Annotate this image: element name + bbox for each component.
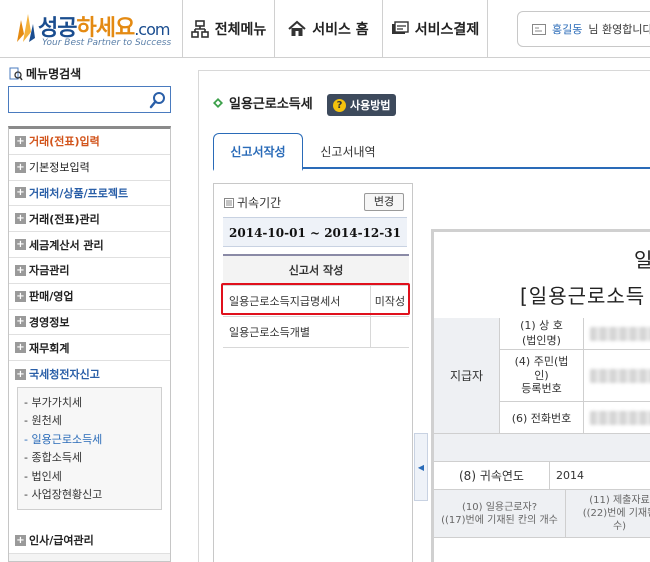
home-icon	[288, 20, 306, 36]
field-company-name-value	[584, 318, 650, 350]
diamond-bullet-icon	[213, 97, 223, 108]
menu-search-box	[8, 86, 171, 113]
report-tabs: 신고서작성 신고서내역	[213, 133, 650, 171]
submenu-wrapper: - 부가가치세 - 원천세 - 일용근로소득세 - 종합소득세 - 법인세 - …	[9, 386, 170, 518]
field-company-name-label: (1) 상 호 (법인명)	[500, 318, 584, 350]
sidebar-item-sales[interactable]: + 판매/영업	[9, 283, 170, 310]
tab-report-write[interactable]: 신고서작성	[213, 133, 303, 171]
triangle-left-icon: ◀	[417, 462, 425, 472]
period-panel: 귀속기간 변경 2014-10-01 ~ 2014-12-31 신고서 작성 일…	[213, 183, 413, 562]
document-search-icon	[9, 67, 23, 80]
form-name-cell[interactable]: 일용근로소득지급명세서	[223, 285, 371, 317]
period-label: 귀속기간	[224, 194, 281, 211]
table-row[interactable]: 일용근로소득지급명세서 미작성	[223, 285, 409, 317]
field-phone-value	[584, 402, 650, 434]
attribution-year-value: 2014	[550, 462, 650, 490]
form-name-cell[interactable]: 일용근로소득개별	[223, 316, 371, 348]
redacted-value	[590, 327, 650, 341]
submenu-nts-efiling: - 부가가치세 - 원천세 - 일용근로소득세 - 종합소득세 - 법인세 - …	[17, 386, 162, 510]
column-11-header: (11) 제출자료 ((22)번에 기재된 수)	[566, 490, 650, 538]
id-card-icon	[532, 23, 546, 35]
expand-plus-icon: +	[15, 316, 26, 328]
expand-plus-icon: +	[15, 239, 26, 251]
period-change-button[interactable]: 변경	[364, 193, 404, 211]
form-status-cell: 미작성	[369, 285, 409, 317]
column-10-header: (10) 일용근로자? ((17)번에 기재된 칸의 개수	[434, 490, 566, 538]
sidebar-item-nts-efiling[interactable]: + 국세청전자신고	[9, 361, 170, 387]
document-title-line1: 일	[634, 244, 650, 273]
document-preview: 일 [일용근로소득 지급자 (1) 상 호 (법인명) (4) 주민(법 인) …	[431, 229, 650, 562]
nav-service-home[interactable]: 서비스 홈	[274, 0, 382, 58]
welcome-box: 홍길동 님 환영합니다	[517, 11, 650, 47]
document-title-line2: [일용근로소득	[520, 284, 646, 308]
table-row[interactable]: 일용근로소득개별	[223, 316, 409, 348]
payment-icon	[391, 21, 409, 34]
expand-plus-icon: +	[15, 213, 26, 225]
expand-plus-icon: +	[15, 342, 26, 354]
menu-search-input[interactable]	[9, 87, 145, 112]
submenu-item-vat[interactable]: - 부가가치세	[24, 394, 161, 413]
site-logo[interactable]: 성공하세요.com Your Best Partner to Success	[8, 8, 178, 50]
period-value: 2014-10-01 ~ 2014-12-31	[223, 217, 407, 247]
sidebar-item-transaction-input[interactable]: + 거래(전표)입력	[9, 129, 170, 155]
grid-spacer-row	[434, 434, 650, 462]
page-title: 일용근로소득세	[213, 93, 313, 112]
top-nav: 전체메뉴 서비스 홈 서비스결제	[182, 0, 488, 58]
submenu-item-withholding[interactable]: - 원천세	[24, 412, 161, 431]
sitemap-icon	[190, 20, 209, 38]
field-registration-label: (4) 주민(법 인) 등록번호	[500, 350, 584, 402]
sidebar-item-tax-invoice[interactable]: + 세금계산서 관리	[9, 232, 170, 258]
logo-slogan: Your Best Partner to Success	[42, 38, 172, 48]
redacted-value	[590, 411, 650, 425]
panel-collapse-handle[interactable]: ◀	[414, 433, 428, 501]
search-icon[interactable]	[149, 91, 167, 109]
main-content: 일용근로소득세 ? 사용방법 신고서작성 신고서내역 귀속기간 변경 2014-…	[198, 70, 650, 562]
expand-plus-icon: +	[15, 187, 26, 199]
field-registration-value	[584, 350, 650, 402]
expand-plus-icon: +	[15, 264, 26, 276]
payer-section-label: 지급자	[434, 318, 500, 434]
sidebar-item-clients-products[interactable]: + 거래처/상품/프로젝트	[9, 180, 170, 207]
menu-search-label: 메뉴명검색	[9, 65, 81, 82]
expand-plus-icon: +	[15, 290, 26, 302]
collapse-minus-icon: +	[15, 368, 26, 380]
sidebar-item-management-info[interactable]: + 경영정보	[9, 309, 170, 336]
user-name[interactable]: 홍길동	[552, 21, 582, 37]
nav-all-menu[interactable]: 전체메뉴	[182, 0, 274, 58]
expand-plus-icon: +	[15, 161, 26, 173]
submenu-item-business-status[interactable]: - 사업장현황신고	[24, 486, 161, 505]
form-table-header: 신고서 작성	[223, 254, 409, 286]
help-question-icon: ?	[333, 98, 346, 112]
submenu-item-income-tax[interactable]: - 종합소득세	[24, 449, 161, 468]
submenu-item-corporate-tax[interactable]: - 법인세	[24, 468, 161, 487]
form-status-cell	[369, 316, 409, 348]
submenu-item-daily-labor-tax[interactable]: - 일용근로소득세	[24, 431, 161, 450]
attribution-year-label: (8) 귀속연도	[434, 462, 550, 490]
sidebar-item-financial-accounting[interactable]: + 재무회계	[9, 335, 170, 362]
expand-plus-icon: +	[15, 135, 26, 147]
redacted-value	[590, 369, 650, 383]
welcome-text: 님 환영합니다	[588, 23, 650, 36]
report-form-table: 신고서 작성 일용근로소득지급명세서 미작성 일용근로소득개별	[223, 254, 409, 348]
nav-service-payment[interactable]: 서비스결제	[382, 0, 488, 58]
logo-mark-icon	[17, 14, 35, 42]
usage-guide-button[interactable]: ? 사용방법	[327, 94, 397, 116]
tab-report-history[interactable]: 신고서내역	[305, 133, 391, 169]
list-icon	[224, 197, 234, 208]
sidebar-item-funds[interactable]: + 자금관리	[9, 257, 170, 284]
sidebar-item-hr-payroll[interactable]: + 인사/급여관리	[9, 527, 170, 554]
sidebar-item-transaction-manage[interactable]: + 거래(전표)관리	[9, 206, 170, 233]
sidebar-item-basic-info[interactable]: + 기본정보입력	[9, 154, 170, 181]
expand-plus-icon: +	[15, 534, 26, 546]
app-header: 성공하세요.com Your Best Partner to Success 전…	[0, 0, 650, 58]
field-phone-label: (6) 전화번호	[500, 402, 584, 434]
sidebar-menu: + 거래(전표)입력 + 기본정보입력 + 거래처/상품/프로젝트 + 거래(전표)관리…	[8, 126, 171, 562]
menu-gap	[9, 517, 170, 528]
